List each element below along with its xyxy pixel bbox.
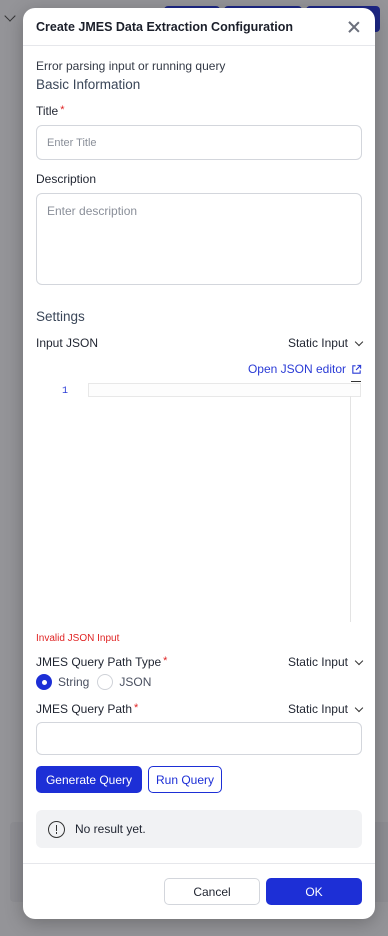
invalid-json-message: Invalid JSON Input	[36, 633, 120, 644]
error-message: Error parsing input or running query	[36, 59, 226, 73]
cancel-button[interactable]: Cancel	[164, 878, 260, 905]
query-path-label: JMES Query Path *	[36, 702, 138, 716]
run-query-button[interactable]: Run Query	[148, 766, 222, 793]
chevron-down-icon	[354, 656, 364, 665]
settings-heading: Settings	[36, 309, 85, 324]
input-json-row: Input JSON Static Input	[36, 336, 364, 350]
radio-json-label: JSON	[119, 675, 152, 689]
chevron-down-icon	[354, 337, 364, 346]
query-actions: Generate Query Run Query	[36, 766, 362, 793]
input-json-mode-value: Static Input	[287, 336, 348, 350]
editor-line-number: 1	[62, 386, 69, 397]
radio-string[interactable]	[36, 674, 52, 690]
open-json-editor-link[interactable]: Open JSON editor	[36, 362, 362, 376]
query-path-type-radio-group: String JSON	[36, 674, 362, 690]
query-result-panel: No result yet.	[36, 810, 362, 848]
required-marker: *	[134, 702, 139, 714]
query-path-row: JMES Query Path * Static Input	[36, 702, 364, 716]
ok-button[interactable]: OK	[266, 878, 362, 905]
description-label: Description	[36, 172, 97, 186]
query-path-label-text: JMES Query Path	[36, 702, 133, 716]
close-icon[interactable]	[346, 19, 362, 35]
radio-string-label: String	[58, 675, 90, 689]
query-path-type-mode-value: Static Input	[287, 655, 348, 669]
query-path-input[interactable]	[36, 722, 362, 755]
query-path-mode-select[interactable]: Static Input	[287, 702, 364, 716]
json-code-editor[interactable]: 1	[36, 381, 362, 627]
description-textarea[interactable]	[36, 193, 362, 285]
external-link-icon	[352, 364, 362, 374]
chevron-down-icon	[354, 703, 364, 712]
config-modal: Create JMES Data Extraction Configuratio…	[23, 8, 375, 919]
input-json-mode-select[interactable]: Static Input	[287, 336, 364, 350]
query-path-mode-value: Static Input	[287, 702, 348, 716]
info-icon	[48, 820, 65, 838]
title-label-text: Title	[36, 104, 59, 118]
modal-header: Create JMES Data Extraction Configuratio…	[23, 8, 375, 46]
input-json-label: Input JSON	[36, 336, 99, 350]
modal-body: Error parsing input or running query Bas…	[23, 59, 375, 848]
editor-active-line[interactable]	[88, 383, 361, 397]
query-path-type-row: JMES Query Path Type * Static Input	[36, 655, 364, 669]
query-path-type-label-text: JMES Query Path Type	[36, 655, 162, 669]
required-marker: *	[60, 104, 65, 116]
radio-json[interactable]	[97, 674, 114, 690]
open-json-editor-label: Open JSON editor	[247, 362, 346, 376]
title-input[interactable]	[36, 125, 362, 160]
basic-information-heading: Basic Information	[36, 77, 141, 92]
query-path-type-mode-select[interactable]: Static Input	[287, 655, 364, 669]
editor-cursor	[351, 381, 361, 382]
query-result-text: No result yet.	[75, 822, 146, 836]
title-label: Title *	[36, 104, 362, 118]
query-path-type-label: JMES Query Path Type *	[36, 655, 167, 669]
modal-footer: Cancel OK	[23, 863, 375, 919]
required-marker: *	[163, 655, 168, 667]
editor-scrollbar[interactable]	[350, 396, 351, 622]
generate-query-button[interactable]: Generate Query	[36, 766, 142, 793]
modal-title: Create JMES Data Extraction Configuratio…	[36, 19, 293, 34]
